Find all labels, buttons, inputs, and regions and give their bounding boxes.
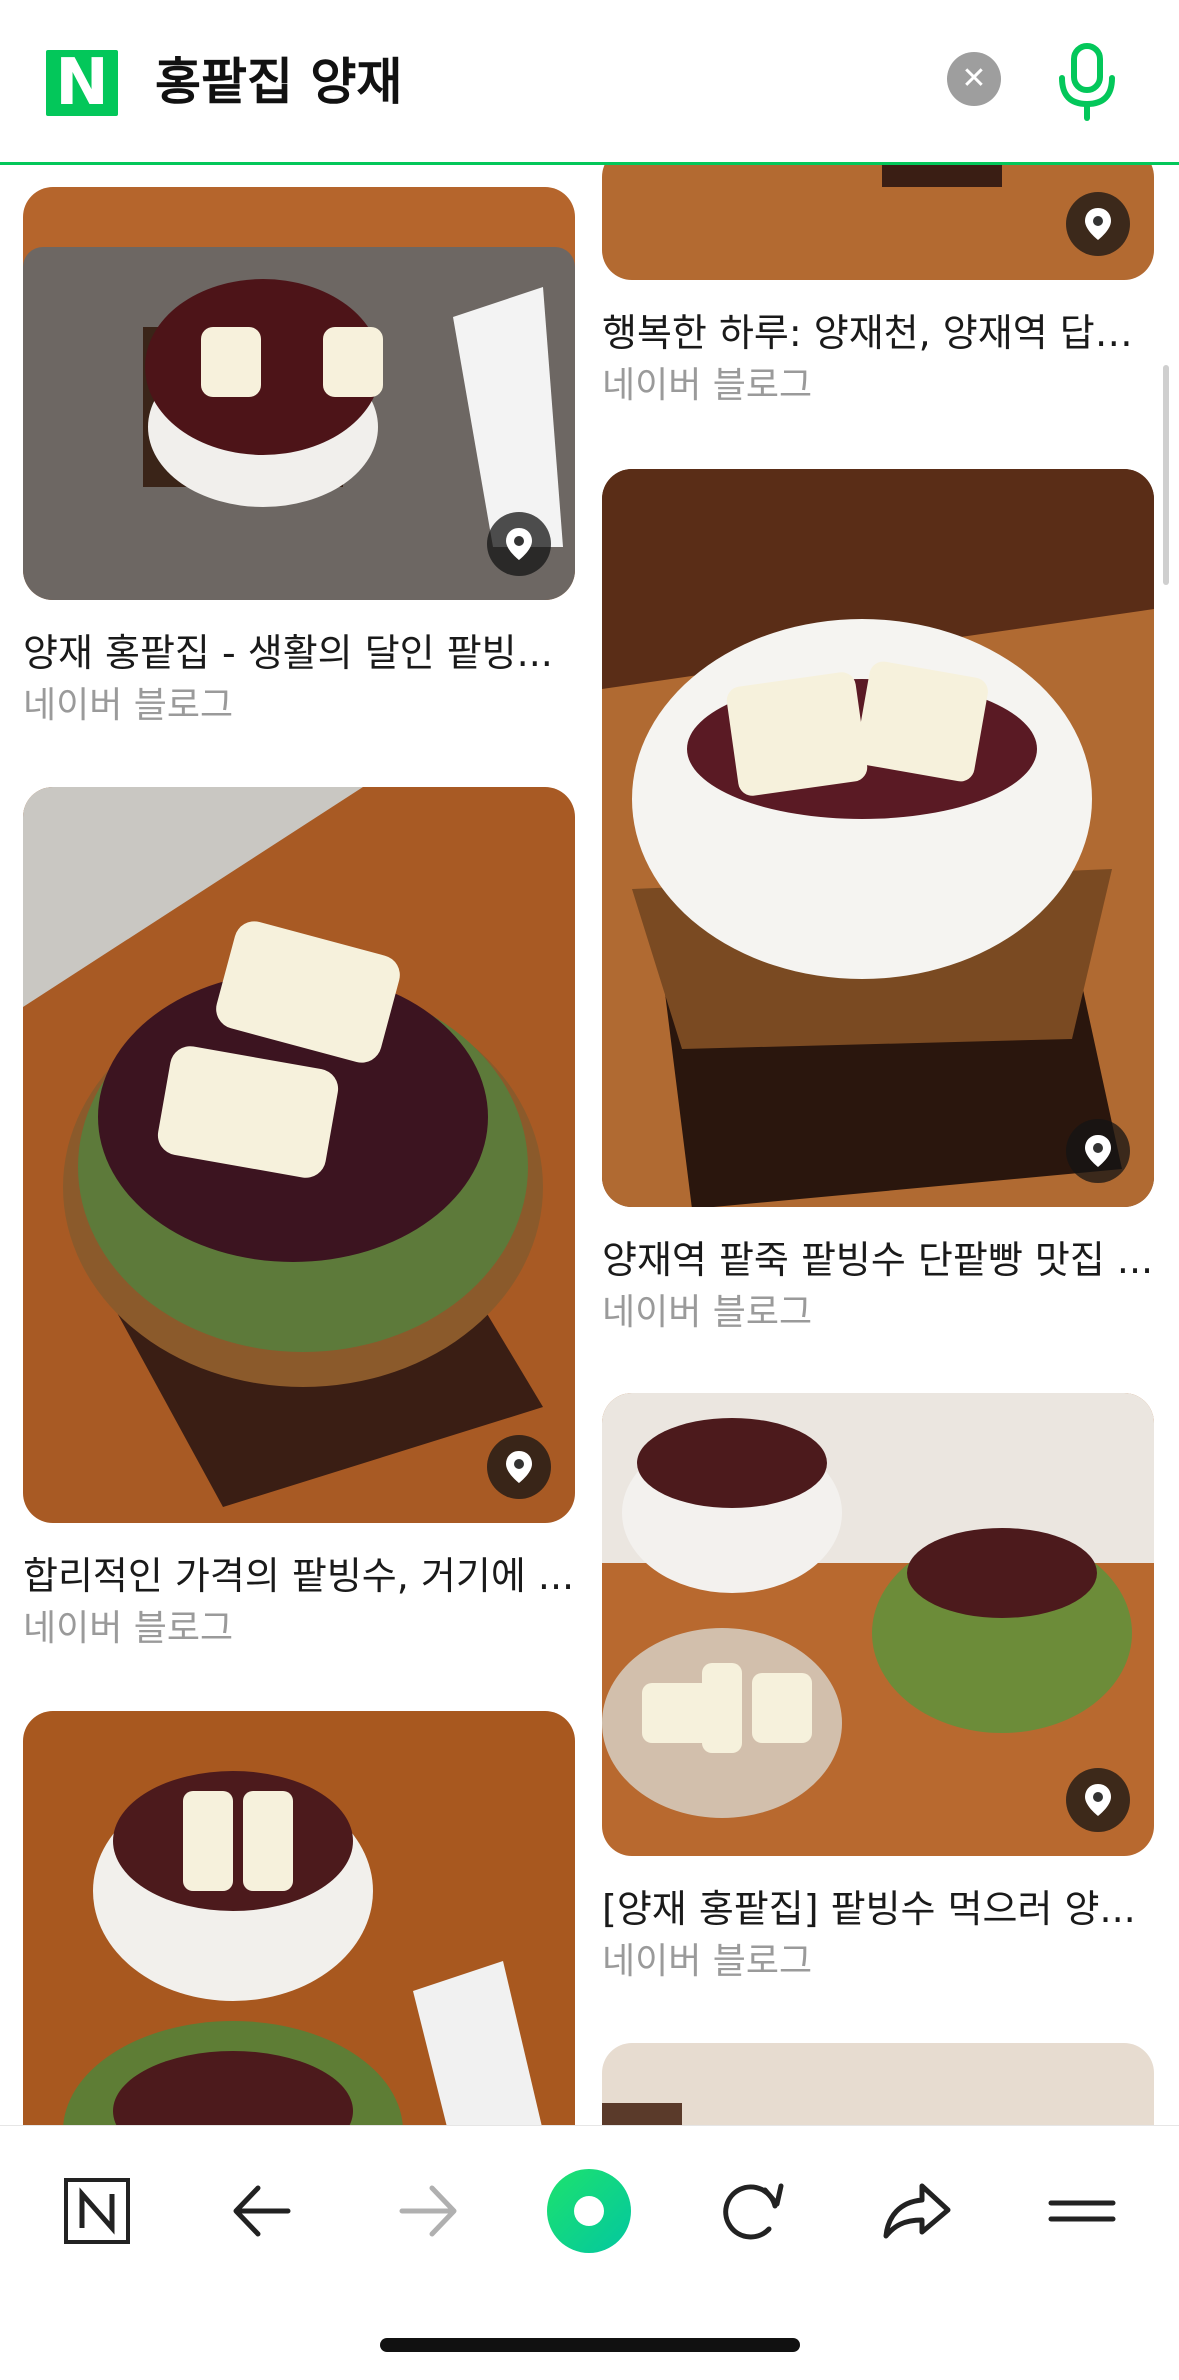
bingsu-photo xyxy=(23,1711,575,2125)
location-pin-button[interactable] xyxy=(487,1435,551,1499)
result-card[interactable]: 합리적인 가격의 팥빙수, 거기에 ... 네이버 블로그 xyxy=(23,787,575,1655)
naver-logo[interactable]: N xyxy=(46,50,118,116)
reload-button[interactable] xyxy=(707,2166,797,2256)
result-title[interactable]: 합리적인 가격의 팥빙수, 거기에 ... xyxy=(23,1551,575,1601)
menu-button[interactable] xyxy=(1037,2166,1127,2256)
hamburger-icon xyxy=(1048,2200,1116,2222)
result-card[interactable]: 행복한 하루: 양재천, 양재역 답다... 네이버 블로그 xyxy=(602,165,1154,412)
refresh-icon xyxy=(723,2183,784,2240)
result-source: 네이버 블로그 xyxy=(602,1292,813,1333)
result-title[interactable]: 양재 홍팥집 - 생활의 달인 팥빙... xyxy=(23,628,575,678)
location-pin-button[interactable] xyxy=(1066,1119,1130,1183)
search-header: N 홍팥집 양재 ✕ xyxy=(0,0,1179,165)
result-thumbnail[interactable] xyxy=(602,2043,1154,2125)
map-pin-icon xyxy=(506,1451,532,1483)
result-thumbnail[interactable] xyxy=(602,1393,1154,1856)
result-card[interactable]: 양재 홍팥집 - 생활의 달인 팥빙... 네이버 블로그 xyxy=(23,187,575,732)
result-thumbnail[interactable] xyxy=(602,165,1154,280)
microphone-icon xyxy=(1059,43,1115,121)
result-card[interactable] xyxy=(23,1711,575,2125)
result-thumbnail[interactable] xyxy=(23,187,575,600)
result-thumbnail[interactable] xyxy=(602,469,1154,1207)
result-card[interactable]: [양재 홍팥집] 팥빙수 먹으러 양... 네이버 블로그 xyxy=(602,1393,1154,1988)
image-results-feed[interactable]: 양재 홍팥집 - 생활의 달인 팥빙... 네이버 블로그 합리적인 가격의 팥… xyxy=(0,165,1179,2125)
bingsu-photo xyxy=(602,469,1154,1207)
voice-search-button[interactable] xyxy=(1052,42,1122,122)
green-dot-icon xyxy=(547,2169,631,2253)
scrollbar[interactable] xyxy=(1163,365,1169,585)
search-query-text[interactable]: 홍팥집 양재 xyxy=(155,44,402,120)
map-pin-icon xyxy=(1085,208,1111,240)
result-source: 네이버 블로그 xyxy=(602,365,813,406)
result-card[interactable] xyxy=(602,2043,1154,2125)
map-pin-icon xyxy=(1085,1135,1111,1167)
result-title[interactable]: [양재 홍팥집] 팥빙수 먹으러 양... xyxy=(602,1884,1154,1934)
result-source: 네이버 블로그 xyxy=(23,1608,234,1649)
location-pin-button[interactable] xyxy=(1066,192,1130,256)
home-indicator[interactable] xyxy=(380,2338,800,2352)
clear-search-button[interactable]: ✕ xyxy=(947,52,1001,106)
naver-home-button[interactable] xyxy=(52,2166,142,2256)
naver-n-icon xyxy=(64,2178,130,2244)
location-pin-button[interactable] xyxy=(1066,1768,1130,1832)
share-arrow-icon xyxy=(883,2183,951,2239)
close-icon: ✕ xyxy=(961,61,987,96)
back-button[interactable] xyxy=(218,2166,308,2256)
arrow-right-icon xyxy=(399,2185,457,2237)
bingsu-photo xyxy=(602,2043,1154,2125)
map-pin-icon xyxy=(1085,1784,1111,1816)
result-source: 네이버 블로그 xyxy=(23,685,234,726)
green-dot-button[interactable] xyxy=(544,2166,634,2256)
location-pin-button[interactable] xyxy=(487,512,551,576)
map-pin-icon xyxy=(506,528,532,560)
share-button[interactable] xyxy=(872,2166,962,2256)
bingsu-photo xyxy=(23,787,575,1523)
result-source: 네이버 블로그 xyxy=(602,1941,813,1982)
result-card[interactable]: 양재역 팥죽 팥빙수 단팥빵 맛집 ... 네이버 블로그 xyxy=(602,469,1154,1339)
result-thumbnail[interactable] xyxy=(23,1711,575,2125)
result-thumbnail[interactable] xyxy=(23,787,575,1523)
arrow-left-icon xyxy=(233,2185,291,2237)
result-title[interactable]: 양재역 팥죽 팥빙수 단팥빵 맛집 ... xyxy=(602,1235,1154,1285)
result-title[interactable]: 행복한 하루: 양재천, 양재역 답다... xyxy=(602,308,1154,358)
forward-button[interactable] xyxy=(382,2166,472,2256)
